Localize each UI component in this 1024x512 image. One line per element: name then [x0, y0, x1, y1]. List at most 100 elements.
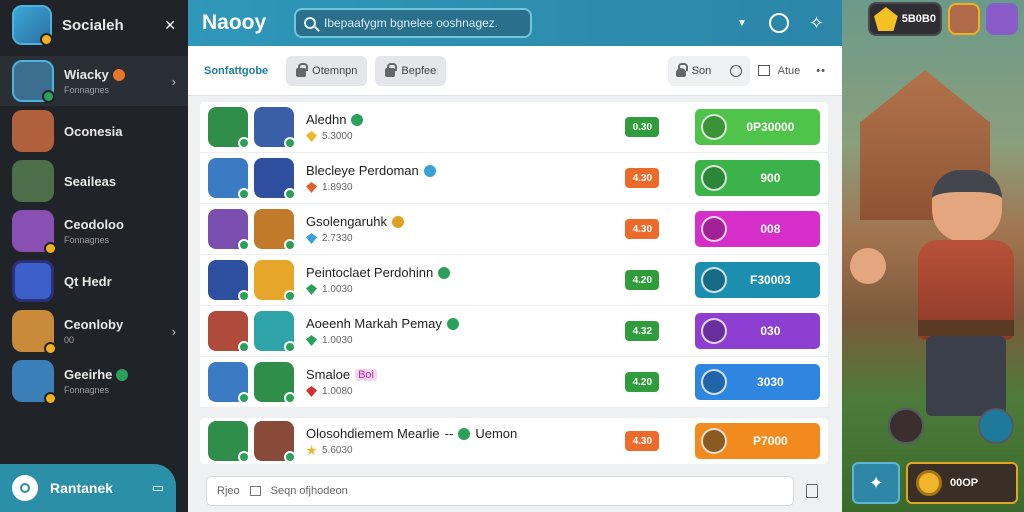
- row-dash: --: [444, 426, 454, 441]
- row-title: Blecleye Perdoman: [306, 163, 419, 178]
- table-row[interactable]: Aledhn 5.3000 0.30 0P30000: [200, 102, 828, 153]
- toolbar-button-1[interactable]: Otemnpn: [286, 55, 368, 86]
- puzzle-icon[interactable]: ✧: [809, 13, 824, 34]
- toolbar-button-2[interactable]: Bepfee: [375, 55, 447, 86]
- verified-icon: [391, 215, 404, 228]
- hero-character: [912, 170, 1022, 420]
- composer-label: Rjeo: [217, 485, 240, 497]
- more-icon[interactable]: ••: [816, 65, 826, 77]
- table-row[interactable]: Smaloe Boi 1.0080 4.20 3030: [200, 357, 828, 408]
- sidebar-item[interactable]: Wiacky Fonnagnes ›: [0, 56, 188, 106]
- shield-icon: [12, 260, 54, 302]
- status-badge: 4.32: [625, 321, 660, 341]
- row-meta: 5.3000: [322, 131, 353, 142]
- verified-icon: [446, 317, 459, 330]
- action-value: 030: [760, 324, 781, 338]
- chat-button-label: Rantanek: [50, 480, 114, 496]
- row-title: Gsolengaruhk: [306, 214, 387, 229]
- sidebar-item[interactable]: Seaileas: [0, 156, 188, 206]
- sidebar-header: Socialeh ✕: [0, 0, 188, 50]
- action-button[interactable]: P7000: [694, 423, 820, 459]
- row-meta: 1.0030: [322, 284, 353, 295]
- status-badge: [44, 342, 57, 355]
- action-button[interactable]: 0P30000: [694, 109, 820, 145]
- shield-icon[interactable]: [978, 408, 1014, 444]
- action-button[interactable]: 008: [694, 211, 820, 247]
- gem-icon: [306, 284, 317, 295]
- toolbar-link[interactable]: Sonfattgobe: [204, 65, 268, 77]
- table-row[interactable]: Peintoclaet Perdohinn 1.0030 4.20 F30003: [200, 255, 828, 306]
- action-button[interactable]: F30003: [694, 262, 820, 298]
- sidebar-item-sub: Fonnagnes: [64, 385, 110, 395]
- avatar: [254, 107, 296, 149]
- action-value: F30003: [750, 273, 791, 287]
- gem-icon: [306, 386, 317, 397]
- clock-icon[interactable]: [768, 13, 789, 33]
- action-button[interactable]: 3030: [694, 364, 820, 400]
- action-value: 3030: [757, 375, 784, 389]
- lock-icon: [296, 62, 309, 77]
- avatar: [208, 158, 250, 200]
- search-input[interactable]: [324, 16, 514, 30]
- row-meta: 1.8930: [322, 182, 353, 193]
- pinned-row[interactable]: Olosohdiemem Mearlie -- Uemon 5.6030 4.30 …: [200, 418, 828, 464]
- avatar: [254, 209, 296, 251]
- action-value: 0P30000: [746, 120, 795, 134]
- table-row[interactable]: Gsolengaruhk 2.7330 4.30 008: [200, 204, 828, 255]
- emblem-icon: [700, 428, 727, 454]
- action-button[interactable]: 900: [694, 160, 820, 196]
- status-badge: 4.20: [625, 372, 660, 392]
- puzzle-button[interactable]: ✦: [852, 462, 900, 504]
- status-badge: [44, 242, 57, 255]
- gold-value: 00OP: [950, 477, 979, 489]
- item-list: Aledhn 5.3000 0.30 0P30000 Blecleye Perd…: [200, 102, 828, 408]
- sidebar-item-sub: Fonnagnes: [64, 85, 110, 95]
- sidebar-item-label: Geeirhe: [64, 367, 113, 382]
- view-label[interactable]: Atue: [778, 65, 801, 77]
- app-avatar[interactable]: [12, 5, 53, 46]
- grid-icon[interactable]: [757, 65, 770, 76]
- action-button[interactable]: 030: [694, 313, 820, 349]
- avatar: [12, 160, 54, 202]
- avatar[interactable]: [948, 3, 980, 35]
- magic-wand-icon[interactable]: ✕: [164, 17, 176, 34]
- main-panel: Sonfattgobe Otemnpn Bepfee Son Atue •• A…: [188, 46, 842, 512]
- row-meta: 1.0030: [322, 335, 353, 346]
- emblem-icon: [700, 216, 727, 242]
- sort-button[interactable]: Son: [667, 55, 750, 86]
- currency-display[interactable]: 5B0B0: [868, 2, 942, 36]
- chevron-right-icon[interactable]: ›: [172, 74, 176, 89]
- image-icon[interactable]: [249, 486, 261, 496]
- row-title: Smaloe: [306, 367, 351, 382]
- sidebar-item[interactable]: Oconesia: [0, 106, 188, 156]
- verified-icon: [351, 113, 364, 126]
- emoji-icon[interactable]: [729, 64, 742, 77]
- gamepad-icon[interactable]: ▭: [152, 480, 164, 496]
- chevron-right-icon[interactable]: ›: [172, 324, 176, 339]
- coin-icon: [916, 470, 942, 496]
- chat-button[interactable]: Rantanek ▭: [0, 464, 176, 512]
- sidebar-item[interactable]: Qt Hedr: [0, 256, 188, 306]
- table-row[interactable]: Blecleye Perdoman 1.8930 4.30 900: [200, 153, 828, 204]
- composer[interactable]: Rjeo Seqn ofjhodeon: [206, 476, 794, 506]
- status-badge: [42, 90, 55, 103]
- attack-icon[interactable]: [888, 408, 924, 444]
- sidebar-item-label: Oconesia: [64, 123, 123, 139]
- sidebar-item[interactable]: Geeirhe Fonnagnes: [0, 356, 188, 406]
- table-row[interactable]: Aoeenh Markah Pemay 1.0030 4.32 030: [200, 306, 828, 357]
- sidebar-item[interactable]: Ceodoloo Fonnagnes: [0, 206, 188, 256]
- avatar: [208, 362, 250, 404]
- row-tag: Boi: [355, 368, 377, 381]
- sidebar-item-label: Qt Hedr: [64, 273, 112, 289]
- sidebar-item[interactable]: Ceonloby 00 ›: [0, 306, 188, 356]
- composer-input[interactable]: Seqn ofjhodeon: [271, 485, 348, 497]
- document-icon[interactable]: [806, 484, 818, 498]
- sidebar: Socialeh ✕ Wiacky Fonnagnes › Oconesia Se…: [0, 0, 188, 512]
- avatar[interactable]: [986, 3, 1018, 35]
- chevron-down-icon[interactable]: ▼: [737, 18, 747, 29]
- status-badge: 4.30: [625, 219, 660, 239]
- status-badge: 0.30: [625, 117, 660, 137]
- chat-icon: [12, 475, 38, 501]
- gold-button[interactable]: 00OP: [906, 462, 1018, 504]
- search-box[interactable]: [294, 8, 532, 38]
